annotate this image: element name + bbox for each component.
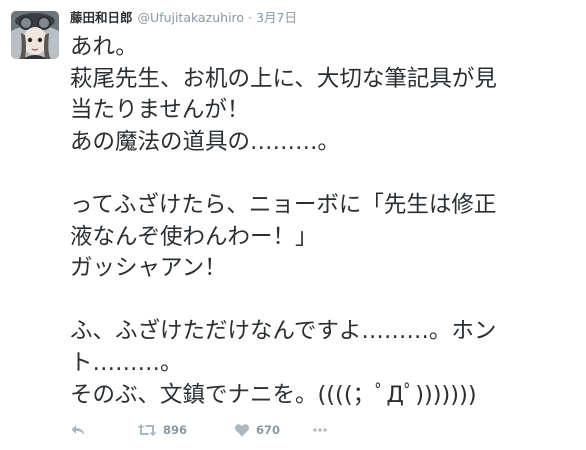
heart-icon	[235, 424, 249, 437]
tweet-text: あれ。 萩尾先生、お机の上に、大切な筆記具が見 当たりませんが！ あの魔法の道具…	[70, 32, 580, 411]
avatar[interactable]	[11, 11, 59, 59]
tweet-text-line: そのぶ、文鎮でナニを。((((；ﾟДﾟ)))))))	[70, 381, 477, 408]
retweet-icon	[137, 424, 157, 436]
more-icon	[313, 428, 327, 432]
avatar-image	[11, 11, 59, 59]
tweet-timestamp[interactable]: 3月7日	[256, 9, 297, 27]
tweet-text-line: 萩尾先生、お机の上に、大切な筆記具が見	[70, 65, 497, 92]
tweet-text-line: ト………。	[70, 349, 183, 376]
like-count: 670	[256, 423, 281, 437]
tweet-text-line: あれ。	[70, 34, 138, 60]
retweet-button[interactable]: 896	[137, 418, 187, 442]
retweet-count: 896	[163, 423, 188, 437]
author-name[interactable]: 藤田和日郎	[70, 9, 133, 27]
tweet-text-line: ってふざけたら、ニョーボに「先生は修正	[70, 191, 497, 218]
more-button[interactable]	[312, 418, 328, 442]
tweet-text-line	[70, 285, 580, 317]
tweet-actions: 896 670	[70, 418, 570, 442]
reply-button[interactable]	[70, 418, 86, 442]
tweet-text-line: あの魔法の道具の………。	[70, 128, 341, 155]
author-handle[interactable]: @Ufujitakazuhiro	[138, 9, 245, 27]
separator-dot: ·	[248, 10, 253, 25]
tweet-text-line	[70, 158, 580, 190]
like-button[interactable]: 670	[234, 418, 280, 442]
tweet: 藤田和日郎 @Ufujitakazuhiro · 3月7日 あれ。 萩尾先生、お…	[0, 0, 586, 450]
tweet-text-line: 当たりませんが！	[70, 97, 250, 124]
tweet-header: 藤田和日郎 @Ufujitakazuhiro · 3月7日	[70, 9, 297, 27]
reply-icon	[71, 425, 85, 435]
tweet-text-line: ガッシャアン！	[70, 255, 227, 282]
tweet-text-line: 液なんぞ使わんわー！」	[70, 223, 318, 250]
tweet-text-line: ふ、ふざけただけなんですよ………。ホン	[70, 318, 497, 345]
